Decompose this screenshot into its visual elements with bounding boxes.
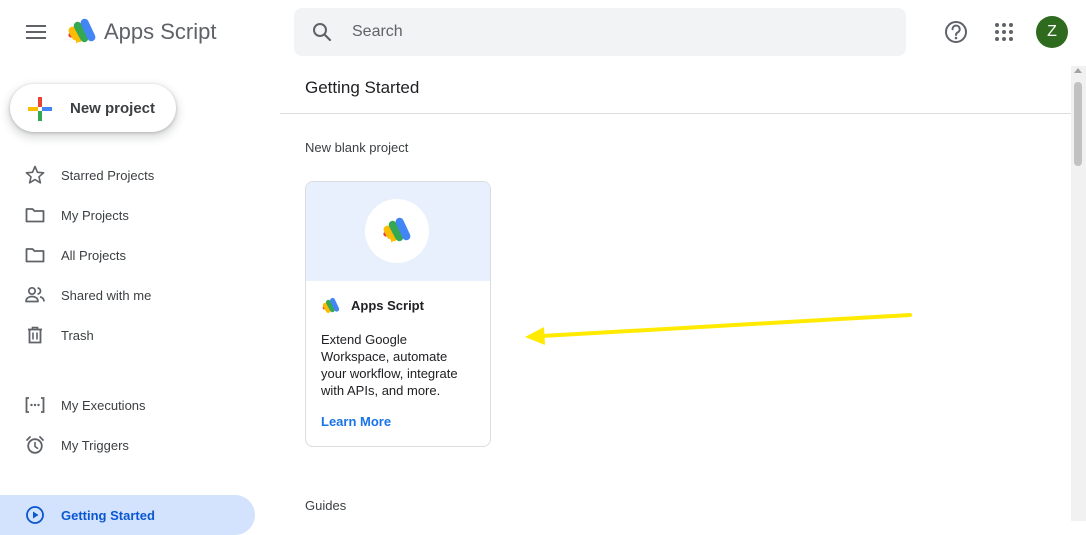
card-description: Extend Google Workspace, automate your w… bbox=[321, 332, 458, 398]
learn-more-link[interactable]: Learn More bbox=[321, 414, 391, 430]
sidebar-item-label: My Executions bbox=[61, 398, 146, 413]
sidebar-item-label: My Projects bbox=[61, 208, 129, 223]
card-hero bbox=[306, 182, 490, 281]
annotation-arrow-icon bbox=[525, 313, 912, 345]
card-title: Apps Script bbox=[351, 298, 424, 313]
app-title: Apps Script bbox=[104, 19, 217, 44]
sidebar-item-label: All Projects bbox=[61, 248, 127, 263]
main-menu-button[interactable] bbox=[20, 16, 52, 48]
folder-icon bbox=[25, 248, 45, 263]
scroll-up-arrow-icon[interactable] bbox=[1074, 68, 1082, 73]
folder-icon bbox=[25, 208, 45, 223]
help-icon[interactable] bbox=[940, 16, 972, 48]
star-icon bbox=[25, 165, 45, 184]
card-logo-circle bbox=[365, 199, 429, 263]
play-circle-icon bbox=[26, 506, 44, 524]
search-input[interactable] bbox=[352, 20, 872, 44]
trash-icon bbox=[28, 326, 42, 344]
alarm-clock-icon bbox=[26, 436, 44, 454]
sidebar-item-label: My Triggers bbox=[61, 438, 129, 453]
apps-script-logo bbox=[322, 297, 340, 313]
page-title: Getting Started bbox=[305, 78, 420, 97]
people-icon bbox=[25, 286, 45, 303]
apps-script-logo bbox=[68, 18, 96, 46]
google-apps-grid-icon[interactable] bbox=[988, 16, 1020, 48]
sidebar-item-label: Shared with me bbox=[61, 288, 152, 303]
sidebar-item-label: Getting Started bbox=[61, 508, 155, 523]
new-project-label: New project bbox=[70, 100, 156, 117]
sidebar-item-label: Trash bbox=[61, 328, 94, 343]
account-avatar[interactable]: Z bbox=[1036, 16, 1068, 48]
apps-script-logo bbox=[383, 217, 411, 245]
sidebar-item-label: Starred Projects bbox=[61, 168, 155, 183]
section-label-new-blank-project: New blank project bbox=[305, 140, 409, 155]
executions-icon bbox=[25, 397, 45, 413]
divider bbox=[280, 113, 1071, 114]
scrollbar-thumb[interactable] bbox=[1074, 82, 1082, 166]
section-label-guides: Guides bbox=[305, 498, 347, 513]
search-icon[interactable] bbox=[310, 20, 334, 44]
plus-icon bbox=[28, 97, 52, 121]
